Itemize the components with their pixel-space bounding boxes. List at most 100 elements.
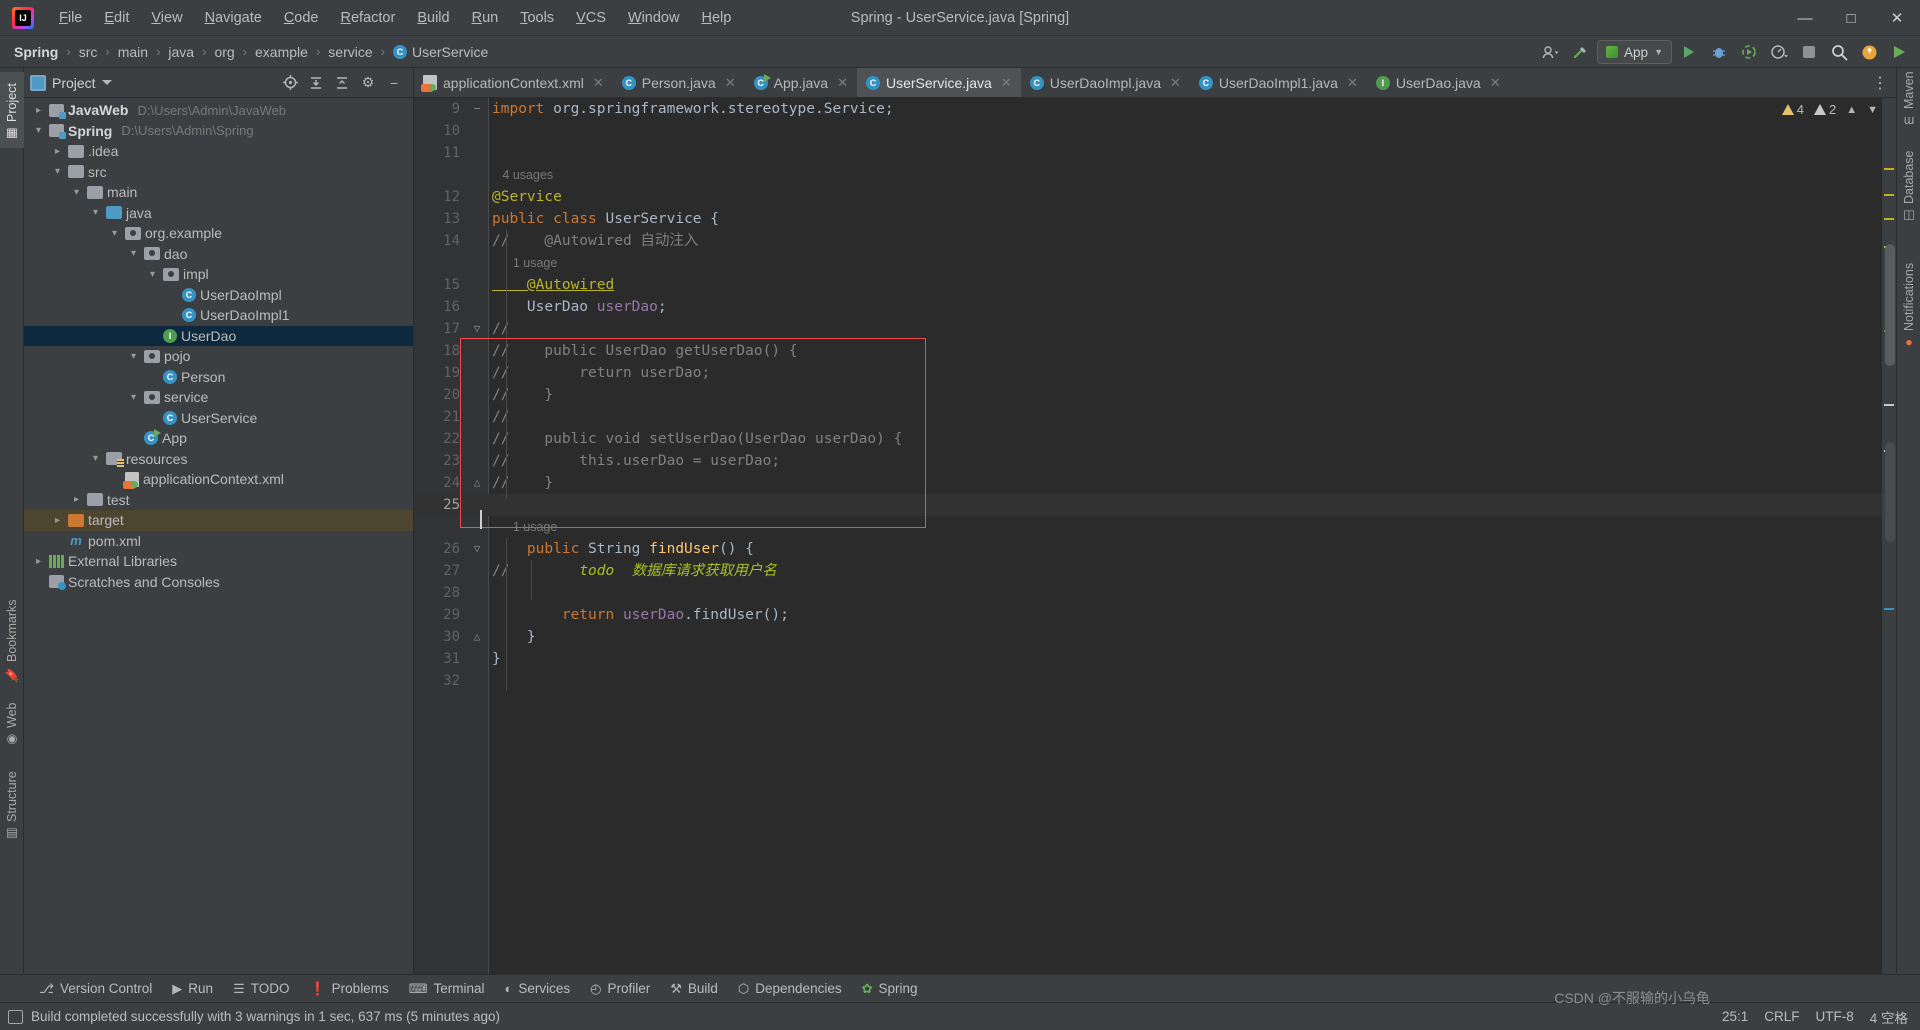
tool-window-button-spring[interactable]: ✿ Spring [853,978,927,1000]
chevron-down-icon[interactable] [89,453,102,464]
chevron-down-icon[interactable] [32,125,45,136]
tree-item-userdaoimpl[interactable]: C UserDaoImpl [24,285,413,306]
breadcrumb-item-src[interactable]: src [75,42,102,62]
indent-setting[interactable]: 4 空格 [1870,1007,1908,1027]
line-number[interactable]: 18 [414,340,466,362]
run-icon[interactable] [1676,40,1702,64]
breadcrumb-item-service[interactable]: service [324,42,376,62]
chevron-down-icon[interactable] [146,269,159,280]
inspection-summary[interactable]: 4 2 ▲ ▼ [1781,102,1878,117]
tree-item-external-libraries[interactable]: External Libraries [24,551,413,572]
chevron-down-icon[interactable] [51,166,64,177]
fold-marker[interactable]: − [466,98,488,120]
chevron-right-icon[interactable] [32,105,45,116]
line-number[interactable]: 10 [414,120,466,142]
sidebar-item-structure[interactable]: ▤ Structure [0,760,24,848]
breadcrumb-item-example[interactable]: example [251,42,312,62]
close-tab-icon[interactable]: ✕ [1490,75,1501,91]
line-number[interactable]: 19 [414,362,466,384]
usage-hint-label[interactable]: 1 usage [488,252,1896,274]
tree-item-org-example[interactable]: org.example [24,223,413,244]
fold-marker[interactable]: ▽ [466,538,488,560]
menu-item-tools[interactable]: Tools [509,6,565,30]
tree-item-java[interactable]: java [24,203,413,224]
chevron-down-icon[interactable] [127,392,140,403]
tool-window-button-version-control[interactable]: ⎇ Version Control [30,978,161,1000]
tool-window-button-profiler[interactable]: ◴ Profiler [581,978,659,1000]
breadcrumb-item-org[interactable]: org [210,42,238,62]
updates-icon[interactable] [1856,40,1882,64]
chevron-down-icon[interactable]: ▼ [1867,104,1878,116]
marker-weak-warning[interactable] [1884,404,1894,406]
tree-item-javaweb[interactable]: JavaWeb D:\Users\Admin\JavaWeb [24,100,413,121]
line-number[interactable]: 32 [414,670,466,692]
settings-gear-icon[interactable]: ⚙ [359,74,377,92]
sidebar-item-bookmarks[interactable]: 🔖 Bookmarks [0,584,24,688]
close-tab-icon[interactable]: ✕ [725,75,736,91]
breadcrumb-item-userservice[interactable]: C UserService [389,42,492,62]
line-number[interactable]: 17 [414,318,466,340]
caret-position[interactable]: 25:1 [1722,1009,1748,1024]
chevron-down-icon[interactable] [127,248,140,259]
chevron-down-icon[interactable] [127,351,140,362]
usage-hint-label[interactable]: 1 usage [488,516,1896,538]
sidebar-item-database[interactable]: ◫ Database [1897,144,1920,230]
chevron-up-icon[interactable]: ▲ [1846,104,1857,116]
marker-warning[interactable] [1884,168,1894,170]
menu-item-help[interactable]: Help [690,6,742,30]
marker-warning[interactable] [1884,218,1894,220]
menu-item-edit[interactable]: Edit [93,6,140,30]
tree-item-userdao[interactable]: I UserDao [24,325,413,346]
tool-window-button-build[interactable]: ⚒ Build [661,978,727,1000]
chevron-down-icon[interactable] [70,187,83,198]
line-separator[interactable]: CRLF [1764,1009,1799,1024]
expand-all-icon[interactable] [307,74,325,92]
chevron-right-icon[interactable] [70,494,83,505]
tree-item-impl[interactable]: impl [24,264,413,285]
menu-item-run[interactable]: Run [461,6,510,30]
sidebar-item-notifications[interactable]: ● Notifications [1897,240,1920,356]
chevron-right-icon[interactable] [51,515,64,526]
menu-item-navigate[interactable]: Navigate [194,6,273,30]
hide-icon[interactable]: − [385,74,403,92]
tree-item-person[interactable]: C Person [24,367,413,388]
close-tab-icon[interactable]: ✕ [1001,75,1012,91]
tree-item-target[interactable]: target [24,510,413,531]
tree-item-resources[interactable]: resources [24,449,413,470]
more-tabs-icon[interactable]: ⋮ [1864,68,1896,97]
maximize-button[interactable]: □ [1828,0,1874,36]
line-number[interactable]: 9 [414,98,466,120]
usage-hint-label[interactable]: 4 usages [488,164,1896,186]
menu-item-refactor[interactable]: Refactor [330,6,407,30]
tool-window-button-services[interactable]: ◐ Services [495,978,579,999]
menu-item-view[interactable]: View [140,6,193,30]
chevron-right-icon[interactable] [51,146,64,157]
line-number[interactable]: 23 [414,450,466,472]
collapse-all-icon[interactable] [333,74,351,92]
code-editor[interactable]: 9− import org.springframework.stereotype.… [414,98,1896,974]
run-with-coverage-icon[interactable] [1736,40,1762,64]
chevron-down-icon[interactable] [89,207,102,218]
line-number[interactable]: 26 [414,538,466,560]
file-encoding[interactable]: UTF-8 [1815,1009,1853,1024]
close-button[interactable]: ✕ [1874,0,1920,36]
tree-item-userdaoimpl1[interactable]: C UserDaoImpl1 [24,305,413,326]
tree-item-src[interactable]: src [24,162,413,183]
locate-icon[interactable] [281,74,299,92]
line-number[interactable]: 20 [414,384,466,406]
tree-item-spring[interactable]: Spring D:\Users\Admin\Spring [24,121,413,142]
tree-item-service[interactable]: service [24,387,413,408]
tree-item-dao[interactable]: dao [24,244,413,265]
tree-item--idea[interactable]: .idea [24,141,413,162]
sidebar-item-web[interactable]: ◉ Web [0,696,24,754]
source-code[interactable]: 9− import org.springframework.stereotype.… [414,98,1896,974]
editor-vertical-scrollbar[interactable] [1885,244,1895,366]
tree-item-applicationcontext-xml[interactable]: applicationContext.xml [24,469,413,490]
close-tab-icon[interactable]: ✕ [1347,75,1358,91]
close-tab-icon[interactable]: ✕ [837,75,848,91]
chevron-down-icon[interactable] [108,228,121,239]
tool-window-button-run[interactable]: ▶ Run [163,978,222,1000]
line-number[interactable]: 22 [414,428,466,450]
tool-window-button-todo[interactable]: ☰ TODO [224,978,298,1000]
breadcrumb-item-java[interactable]: java [164,42,198,62]
